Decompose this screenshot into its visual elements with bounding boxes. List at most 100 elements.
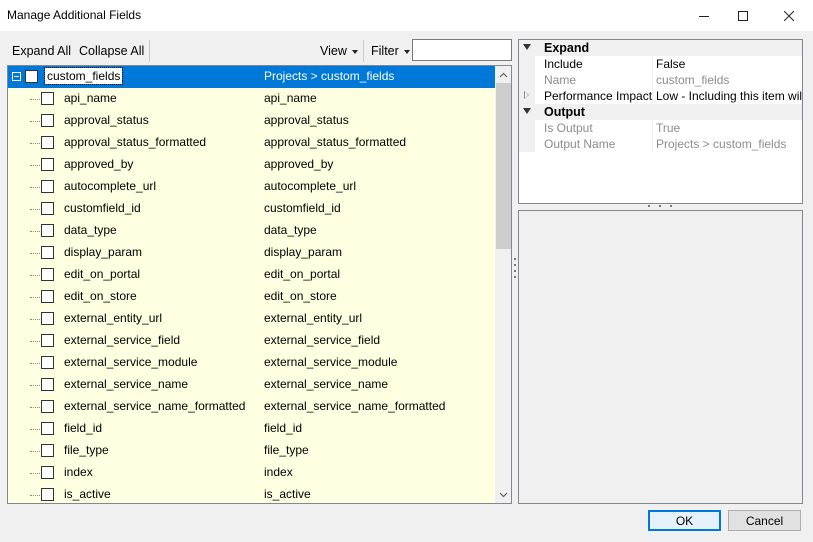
tree-row[interactable]: edit_on_store edit_on_store bbox=[8, 286, 495, 308]
chevron-right-icon[interactable] bbox=[524, 91, 529, 99]
tree-guide-line bbox=[30, 429, 40, 430]
property-grid[interactable]: Expand Include False Name custom_fields Perfo… bbox=[518, 39, 803, 204]
close-button[interactable] bbox=[766, 0, 812, 31]
view-dropdown[interactable]: View bbox=[320, 43, 358, 59]
title-bar: Manage Additional Fields bbox=[0, 0, 813, 31]
field-checkbox[interactable] bbox=[41, 312, 54, 325]
tree-guide-line bbox=[30, 341, 40, 342]
field-name: customfield_id bbox=[64, 201, 141, 215]
property-divider[interactable] bbox=[652, 136, 653, 152]
scroll-thumb[interactable] bbox=[496, 83, 511, 249]
field-checkbox[interactable] bbox=[41, 466, 54, 479]
field-name: display_param bbox=[64, 245, 143, 259]
tree-row[interactable]: data_type data_type bbox=[8, 220, 495, 242]
property-row[interactable]: Name custom_fields bbox=[519, 72, 802, 88]
property-name: Performance Impact bbox=[544, 89, 653, 103]
filter-dropdown[interactable]: Filter bbox=[371, 43, 410, 59]
tree-root-row[interactable]: custom_fields Projects > custom_fields bbox=[8, 66, 495, 88]
tree-row[interactable]: autocomplete_url autocomplete_url bbox=[8, 176, 495, 198]
field-checkbox[interactable] bbox=[41, 444, 54, 457]
tree-row[interactable]: external_service_module external_service_… bbox=[8, 352, 495, 374]
property-gutter bbox=[519, 56, 535, 72]
property-category[interactable]: Output bbox=[519, 104, 802, 120]
filter-input[interactable] bbox=[412, 39, 512, 61]
collapse-icon[interactable] bbox=[12, 72, 21, 81]
field-checkbox[interactable] bbox=[41, 136, 54, 149]
field-name: is_active bbox=[64, 487, 111, 501]
maximize-button[interactable] bbox=[720, 0, 766, 31]
tree-guide-line bbox=[30, 363, 40, 364]
tree-row[interactable]: approval_status_formatted approval_status… bbox=[8, 132, 495, 154]
property-row[interactable]: Include False bbox=[519, 56, 802, 72]
tree-row[interactable]: external_service_name external_service_na… bbox=[8, 374, 495, 396]
field-path: external_service_name bbox=[264, 377, 389, 391]
chevron-up-icon bbox=[499, 72, 508, 77]
tree-row[interactable]: customfield_id customfield_id bbox=[8, 198, 495, 220]
field-checkbox[interactable] bbox=[41, 334, 54, 347]
property-row[interactable]: Is Output True bbox=[519, 120, 802, 136]
field-checkbox[interactable] bbox=[41, 92, 54, 105]
tree-guide-line bbox=[30, 297, 40, 298]
tree-guide-line bbox=[30, 385, 40, 386]
field-path: data_type bbox=[264, 223, 317, 237]
tree-row[interactable]: index index bbox=[8, 462, 495, 484]
field-checkbox[interactable] bbox=[41, 158, 54, 171]
tree-row[interactable]: file_type file_type bbox=[8, 440, 495, 462]
field-checkbox[interactable] bbox=[41, 246, 54, 259]
field-name: approval_status_formatted bbox=[64, 135, 207, 149]
expand-all-button[interactable]: Expand All bbox=[12, 43, 71, 59]
field-name: external_service_name bbox=[64, 377, 189, 391]
property-divider[interactable] bbox=[652, 56, 653, 72]
property-value[interactable]: False bbox=[656, 57, 802, 71]
field-checkbox[interactable] bbox=[41, 202, 54, 215]
tree-scrollbar[interactable] bbox=[495, 66, 511, 503]
field-checkbox[interactable] bbox=[41, 488, 54, 501]
field-checkbox[interactable] bbox=[41, 400, 54, 413]
property-value[interactable]: Low - Including this item will ha bbox=[656, 89, 802, 103]
collapse-icon[interactable] bbox=[523, 108, 531, 114]
field-path: field_id bbox=[264, 421, 303, 435]
ok-button[interactable]: OK bbox=[648, 510, 721, 531]
property-name: Include bbox=[544, 57, 583, 71]
tree-row[interactable]: external_service_name_formatted external_… bbox=[8, 396, 495, 418]
property-divider[interactable] bbox=[652, 88, 653, 104]
tree-row[interactable]: approval_status approval_status bbox=[8, 110, 495, 132]
property-row[interactable]: Performance Impact Low - Including this i… bbox=[519, 88, 802, 104]
tree-row[interactable]: api_name api_name bbox=[8, 88, 495, 110]
field-path: external_service_field bbox=[264, 333, 381, 347]
tree-row[interactable]: external_service_field external_service_f… bbox=[8, 330, 495, 352]
field-checkbox[interactable] bbox=[41, 224, 54, 237]
tree-guide-line bbox=[30, 253, 40, 254]
field-path: api_name bbox=[264, 91, 317, 105]
field-checkbox[interactable] bbox=[41, 180, 54, 193]
property-category[interactable]: Expand bbox=[519, 40, 802, 56]
collapse-all-button[interactable]: Collapse All bbox=[79, 43, 144, 59]
tree-guide-line bbox=[30, 143, 40, 144]
root-checkbox[interactable] bbox=[25, 70, 38, 83]
tree-row[interactable]: field_id field_id bbox=[8, 418, 495, 440]
property-row[interactable]: Output Name Projects > custom_fields bbox=[519, 136, 802, 152]
fields-tree[interactable]: custom_fields Projects > custom_fields a… bbox=[7, 65, 512, 504]
field-checkbox[interactable] bbox=[41, 356, 54, 369]
field-checkbox[interactable] bbox=[41, 114, 54, 127]
tree-row[interactable]: external_entity_url external_entity_url bbox=[8, 308, 495, 330]
vertical-splitter[interactable] bbox=[513, 258, 516, 278]
scroll-down-button[interactable] bbox=[495, 486, 511, 503]
tree-row[interactable]: edit_on_portal edit_on_portal bbox=[8, 264, 495, 286]
scroll-up-button[interactable] bbox=[495, 66, 511, 83]
tree-row[interactable]: display_param display_param bbox=[8, 242, 495, 264]
cancel-button[interactable]: Cancel bbox=[728, 510, 801, 531]
horizontal-splitter[interactable] bbox=[648, 205, 672, 208]
field-name: index bbox=[64, 465, 93, 479]
field-checkbox[interactable] bbox=[41, 290, 54, 303]
description-panel bbox=[518, 210, 803, 504]
property-divider[interactable] bbox=[652, 120, 653, 136]
property-divider[interactable] bbox=[652, 72, 653, 88]
field-checkbox[interactable] bbox=[41, 268, 54, 281]
toolbar-separator bbox=[149, 40, 150, 62]
tree-row[interactable]: approved_by approved_by bbox=[8, 154, 495, 176]
field-checkbox[interactable] bbox=[41, 422, 54, 435]
field-checkbox[interactable] bbox=[41, 378, 54, 391]
collapse-icon[interactable] bbox=[523, 44, 531, 50]
tree-row[interactable]: is_active is_active bbox=[8, 484, 495, 503]
